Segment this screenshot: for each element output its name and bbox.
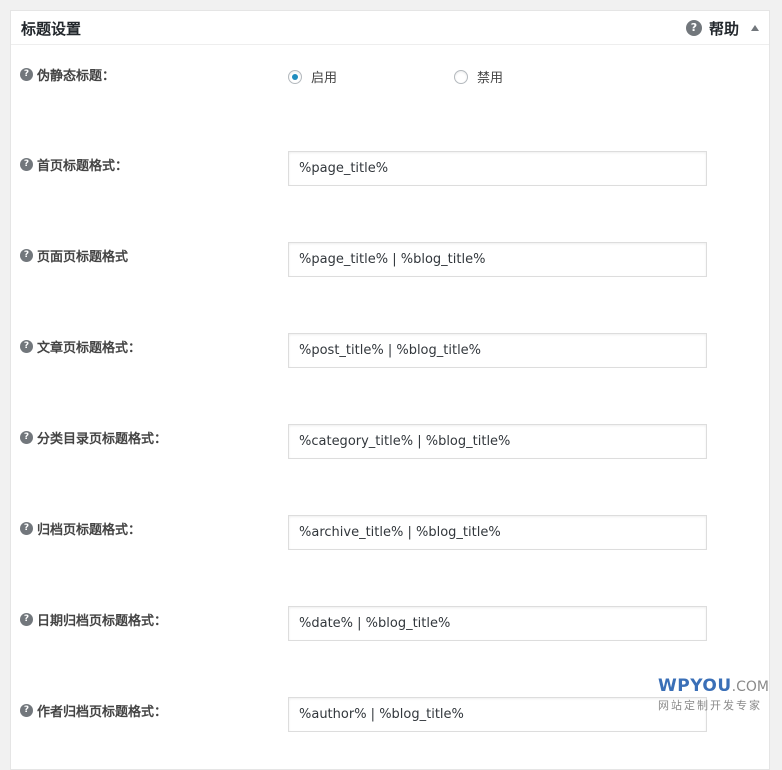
home-title-format-input[interactable]: [288, 151, 707, 186]
row-label: 日期归档页标题格式：: [37, 614, 168, 629]
label-wrap: ? 页面页标题格式: [20, 246, 128, 265]
panel-header: 标题设置 ? 帮助: [11, 11, 769, 45]
radio-enable[interactable]: 启用: [288, 67, 337, 86]
label-wrap: ? 归档页标题格式：: [20, 519, 141, 538]
help-icon[interactable]: ?: [685, 20, 702, 36]
label-wrap: ? 分类目录页标题格式：: [20, 428, 167, 447]
label-wrap: ? 首页标题格式：: [20, 155, 128, 174]
panel-title: 标题设置: [21, 20, 82, 38]
post-title-format-input[interactable]: [288, 333, 707, 368]
row-label: 伪静态标题：: [37, 69, 116, 84]
help-label[interactable]: 帮助: [709, 18, 739, 39]
row-label: 分类目录页标题格式：: [37, 432, 168, 447]
label-wrap: ? 伪静态标题：: [20, 65, 115, 84]
radio-disable[interactable]: 禁用: [454, 67, 503, 86]
question-icon[interactable]: ?: [20, 158, 33, 171]
question-icon[interactable]: ?: [20, 704, 33, 717]
radio-label-enable[interactable]: 启用: [311, 67, 337, 86]
title-settings-panel: 标题设置 ? 帮助 ? 伪静态标题： 启用 禁用 ? 首页标题格式： %page…: [10, 10, 770, 770]
row-label: 页面页标题格式: [37, 250, 129, 265]
collapse-arrow-icon[interactable]: [751, 25, 759, 31]
row-label: 作者归档页标题格式：: [37, 705, 168, 720]
author-title-format-input[interactable]: [288, 697, 707, 732]
question-icon[interactable]: ?: [20, 340, 33, 353]
question-icon[interactable]: ?: [20, 249, 33, 262]
radio-button-unchecked[interactable]: [454, 69, 468, 84]
label-wrap: ? 文章页标题格式：: [20, 337, 141, 356]
page-title-format-input[interactable]: [288, 242, 707, 277]
label-wrap: ? 作者归档页标题格式：: [20, 701, 167, 720]
help-toggle[interactable]: ? 帮助: [685, 18, 759, 39]
watermark-tagline: 网站定制开发专家: [658, 699, 762, 712]
archive-title-format-input[interactable]: [288, 515, 707, 550]
date-title-format-input[interactable]: [288, 606, 707, 641]
wpyou-watermark-logo: WPYOU .COM 网站定制开发专家: [658, 676, 770, 713]
question-icon[interactable]: ?: [20, 68, 33, 81]
question-icon[interactable]: ?: [20, 431, 33, 444]
radio-button-checked[interactable]: [288, 69, 302, 84]
watermark-tld: .COM: [731, 679, 769, 695]
category-title-format-input[interactable]: [288, 424, 707, 459]
question-icon[interactable]: ?: [20, 522, 33, 535]
radio-label-disable[interactable]: 禁用: [477, 67, 503, 86]
row-label: 首页标题格式：: [37, 159, 129, 174]
row-label: 归档页标题格式：: [37, 523, 142, 538]
watermark-brand: WPYOU: [658, 676, 732, 696]
row-label: 文章页标题格式：: [37, 341, 142, 356]
question-icon[interactable]: ?: [20, 613, 33, 626]
label-wrap: ? 日期归档页标题格式：: [20, 610, 167, 629]
